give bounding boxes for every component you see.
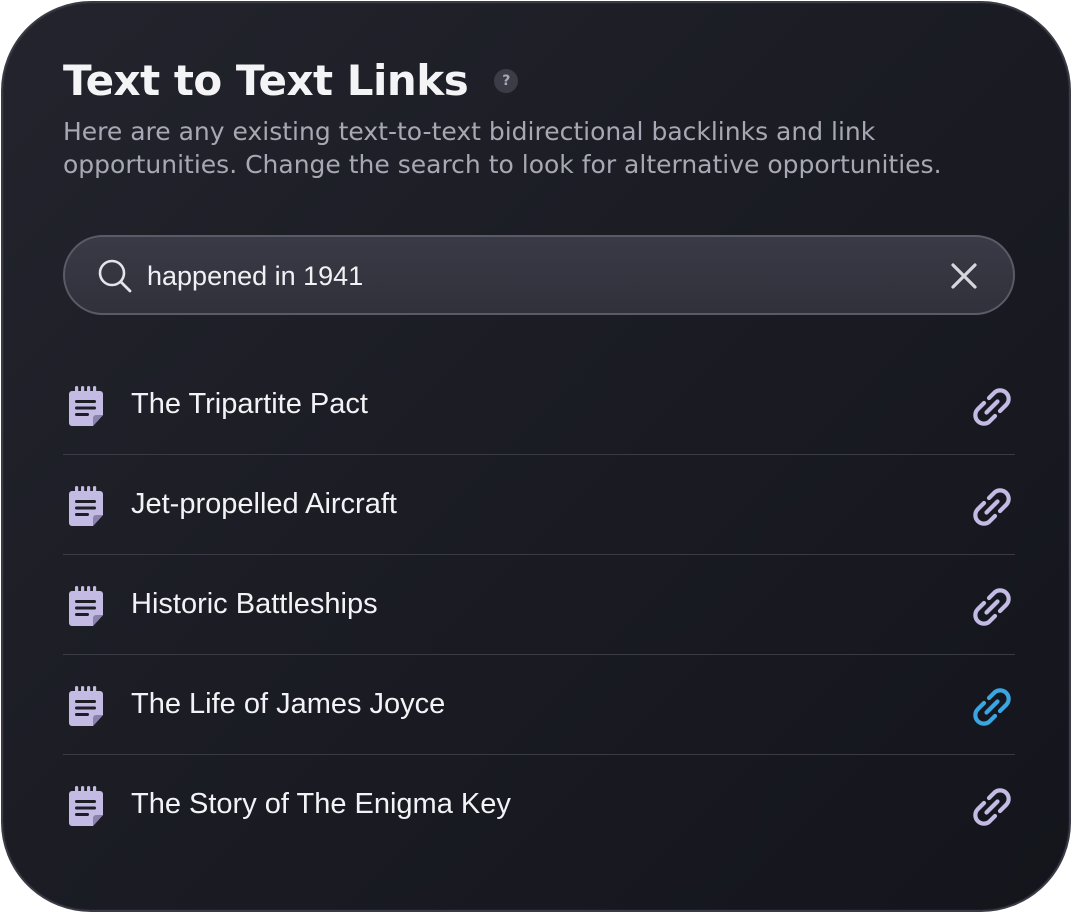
list-item-label: The Story of The Enigma Key bbox=[131, 788, 511, 820]
results-list: The Tripartite Pact Jet-propelled Aircra… bbox=[63, 355, 1015, 855]
list-item[interactable]: The Tripartite Pact bbox=[63, 355, 1015, 455]
search-bar bbox=[63, 235, 1015, 315]
help-icon[interactable]: ? bbox=[494, 69, 519, 93]
list-item-label: Historic Battleships bbox=[131, 588, 378, 620]
header: Text to Text Links ? bbox=[63, 55, 519, 107]
link-icon[interactable] bbox=[969, 384, 1015, 430]
search-icon bbox=[98, 259, 132, 293]
list-item-label: The Tripartite Pact bbox=[131, 388, 368, 420]
page-title: Text to Text Links bbox=[63, 56, 469, 105]
list-item[interactable]: The Life of James Joyce bbox=[63, 655, 1015, 755]
note-document-icon bbox=[69, 686, 103, 726]
clear-search-button[interactable] bbox=[945, 257, 983, 295]
list-item-label: The Life of James Joyce bbox=[131, 688, 446, 720]
search-input[interactable] bbox=[147, 251, 907, 301]
list-item[interactable]: Jet-propelled Aircraft bbox=[63, 455, 1015, 555]
link-icon[interactable] bbox=[969, 584, 1015, 630]
close-icon bbox=[951, 263, 977, 289]
list-item[interactable]: The Story of The Enigma Key bbox=[63, 755, 1015, 855]
link-icon[interactable] bbox=[969, 784, 1015, 830]
link-icon[interactable] bbox=[969, 684, 1015, 730]
note-document-icon bbox=[69, 486, 103, 526]
note-document-icon bbox=[69, 586, 103, 626]
link-icon[interactable] bbox=[969, 484, 1015, 530]
note-document-icon bbox=[69, 386, 103, 426]
list-item[interactable]: Historic Battleships bbox=[63, 555, 1015, 655]
description-text: Here are any existing text-to-text bidir… bbox=[63, 117, 942, 179]
text-links-panel: Text to Text Links ? Here are any existi… bbox=[1, 1, 1071, 912]
note-document-icon bbox=[69, 786, 103, 826]
list-item-label: Jet-propelled Aircraft bbox=[131, 488, 397, 520]
